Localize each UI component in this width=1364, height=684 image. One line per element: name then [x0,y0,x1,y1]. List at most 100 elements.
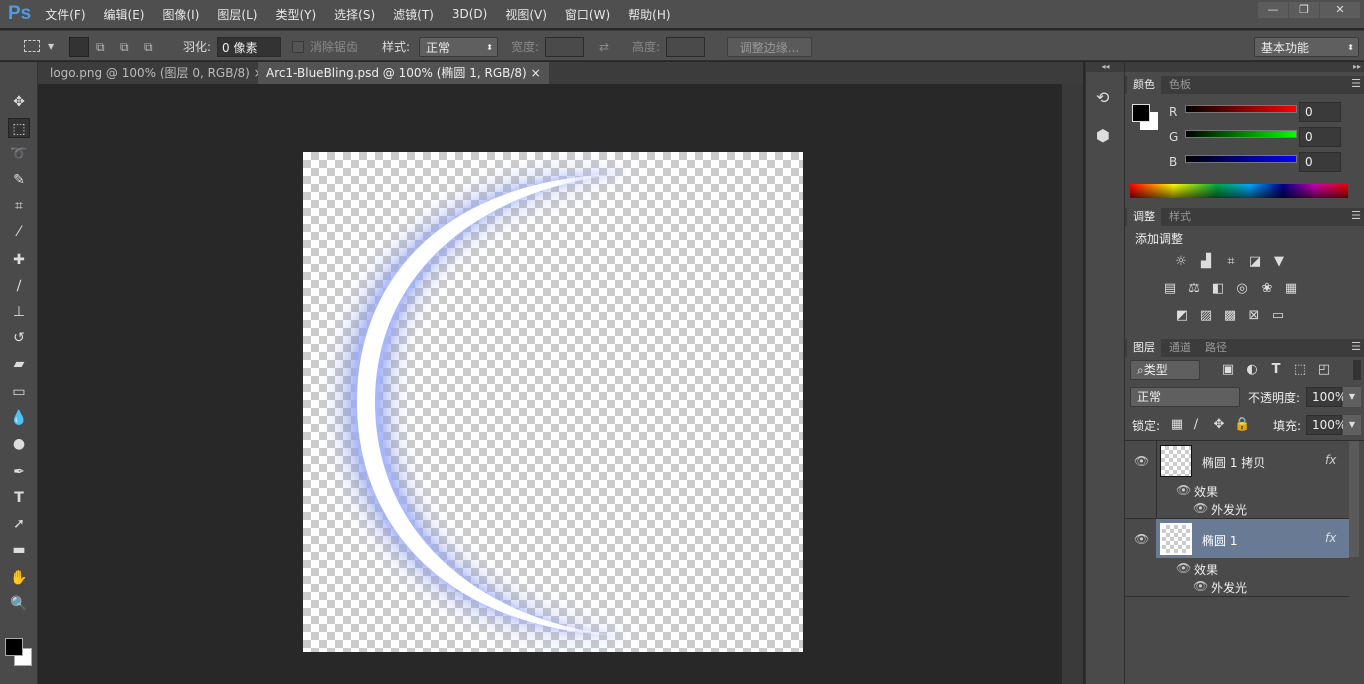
foreground-color-swatch[interactable] [1132,104,1150,122]
threshold-icon[interactable]: ▩ [1222,309,1238,323]
type-tool-icon[interactable]: T [8,488,30,508]
menu-type[interactable]: 类型(Y) [275,6,316,23]
path-select-icon[interactable]: ➚ [8,514,30,534]
tab-paths[interactable]: 路径 [1199,339,1233,357]
feather-input[interactable]: 0 像素 [217,37,281,57]
menu-file[interactable]: 文件(F) [45,6,85,23]
visibility-eye-icon[interactable]: 👁 [1193,579,1208,593]
restore-button[interactable]: ❐ [1289,2,1319,18]
color-balance-icon[interactable]: ⚖ [1186,282,1202,296]
visibility-eye-icon[interactable]: 👁 [1176,483,1191,497]
menu-filter[interactable]: 滤镜(T) [393,6,434,23]
menu-help[interactable]: 帮助(H) [628,6,670,23]
history-icon[interactable]: ⟲ [1096,88,1109,107]
close-button[interactable]: ✕ [1320,2,1360,18]
black-white-icon[interactable]: ◧ [1210,282,1226,296]
visibility-eye-icon[interactable]: 👁 [1193,501,1208,515]
fx-icon[interactable]: fx [1325,531,1336,545]
color-lookup-icon[interactable]: ▦ [1283,282,1299,296]
refine-edge-button[interactable]: 调整边缘... [727,37,812,57]
photo-filter-icon[interactable]: ◎ [1234,282,1250,296]
panel-menu-icon[interactable]: ☰ [1351,77,1361,90]
3d-icon[interactable]: ⬢ [1096,126,1110,145]
panel-menu-icon[interactable]: ☰ [1351,340,1361,353]
menu-edit[interactable]: 编辑(E) [104,6,145,23]
antialias-checkbox[interactable] [292,41,304,53]
tab-layers[interactable]: 图层 [1127,339,1161,357]
vibrance-icon[interactable]: ▼ [1271,255,1287,269]
gradient-tool-icon[interactable]: ▭ [8,382,30,402]
lasso-tool-icon[interactable]: ➰ [8,144,30,164]
exposure-icon[interactable]: ◪ [1247,255,1263,269]
tab-channels[interactable]: 通道 [1163,339,1197,357]
menu-3d[interactable]: 3D(D) [452,7,487,21]
width-input[interactable] [545,37,584,57]
eraser-tool-icon[interactable]: ▰ [8,354,30,374]
blue-slider[interactable] [1185,155,1297,163]
pen-tool-icon[interactable]: ✒ [8,462,30,482]
minimize-button[interactable]: — [1258,2,1288,18]
blur-tool-icon[interactable]: 💧 [8,408,30,428]
lock-position-icon[interactable]: ✥ [1211,418,1227,432]
blend-mode-select[interactable]: 正常 [1130,387,1240,407]
panel-menu-icon[interactable]: ☰ [1351,209,1361,222]
workspace-select[interactable]: 基本功能 ⬍ [1254,37,1359,57]
invert-icon[interactable]: ◩ [1174,309,1190,323]
new-selection-icon[interactable] [69,37,89,57]
hand-tool-icon[interactable]: ✋ [8,568,30,588]
quick-select-tool-icon[interactable]: ✎ [8,170,30,190]
lock-pixels-icon[interactable]: ∕ [1188,418,1204,432]
intersect-selection-icon[interactable]: ⧉ [144,37,153,57]
blue-input[interactable]: 0 [1299,152,1341,172]
posterize-icon[interactable]: ▨ [1198,309,1214,323]
foreground-color-swatch[interactable] [5,638,23,656]
visibility-eye-icon[interactable]: 👁 [1176,561,1191,575]
filter-toggle[interactable] [1353,360,1361,380]
filter-shape-icon[interactable]: ⬚ [1292,363,1308,377]
filter-pixel-icon[interactable]: ▣ [1220,363,1236,377]
add-selection-icon[interactable]: ⧉ [96,37,105,57]
chevron-down-icon[interactable]: ▼ [1343,415,1361,435]
document-canvas[interactable] [303,152,803,652]
fx-icon[interactable]: fx [1325,453,1336,467]
lock-transparent-icon[interactable]: ▦ [1169,418,1185,432]
move-tool-icon[interactable]: ✥ [8,92,30,112]
chevron-down-icon[interactable]: ▼ [48,37,54,57]
collapse-icon[interactable]: ◂◂ [1086,62,1125,72]
tab-logo[interactable]: logo.png @ 100% (图层 0, RGB/8) × [42,62,272,84]
menu-layer[interactable]: 图层(L) [217,6,257,23]
brush-tool-icon[interactable]: ∕ [8,276,30,296]
layer-name[interactable]: 椭圆 1 [1202,532,1237,549]
filter-type-icon[interactable]: T [1268,363,1284,377]
dodge-tool-icon[interactable]: ● [8,434,30,454]
effect-outer-glow[interactable]: 外发光 [1211,501,1247,518]
opacity-input[interactable]: 100% [1306,387,1346,407]
expand-icon[interactable]: ▸▸ [1125,62,1364,72]
crop-tool-icon[interactable]: ⌗ [8,196,30,216]
stamp-tool-icon[interactable]: ⊥ [8,302,30,322]
menu-view[interactable]: 视图(V) [505,6,547,23]
filter-adjustment-icon[interactable]: ◐ [1244,363,1260,377]
layer-row[interactable]: 👁 椭圆 1 拷贝 fx 👁 效果 👁 外发光 [1125,441,1349,519]
layer-row-selected[interactable]: 👁 椭圆 1 fx 👁 效果 👁 外发光 [1125,519,1349,597]
selective-color-icon[interactable]: ⊠ [1246,309,1262,323]
hue-saturation-icon[interactable]: ▤ [1162,282,1178,296]
color-spectrum-bar[interactable] [1130,184,1348,198]
effect-outer-glow[interactable]: 外发光 [1211,579,1247,596]
fill-input[interactable]: 100% [1306,415,1346,435]
subtract-selection-icon[interactable]: ⧉ [120,37,129,57]
menu-image[interactable]: 图像(I) [162,6,199,23]
healing-brush-icon[interactable]: ✚ [8,250,30,270]
green-slider[interactable] [1185,130,1297,138]
history-brush-icon[interactable]: ↺ [8,328,30,348]
tab-adjustments[interactable]: 调整 [1127,208,1161,226]
eyedropper-tool-icon[interactable]: ⁄ [8,222,30,242]
marquee-tool-icon[interactable]: ⬚ [8,118,30,138]
menu-select[interactable]: 选择(S) [334,6,375,23]
chevron-down-icon[interactable]: ▼ [1343,387,1361,407]
filter-smart-object-icon[interactable]: ◰ [1316,363,1332,377]
height-input[interactable] [666,37,705,57]
menu-window[interactable]: 窗口(W) [565,6,610,23]
gradient-map-icon[interactable]: ▭ [1270,309,1286,323]
layers-scrollbar[interactable] [1349,441,1359,557]
